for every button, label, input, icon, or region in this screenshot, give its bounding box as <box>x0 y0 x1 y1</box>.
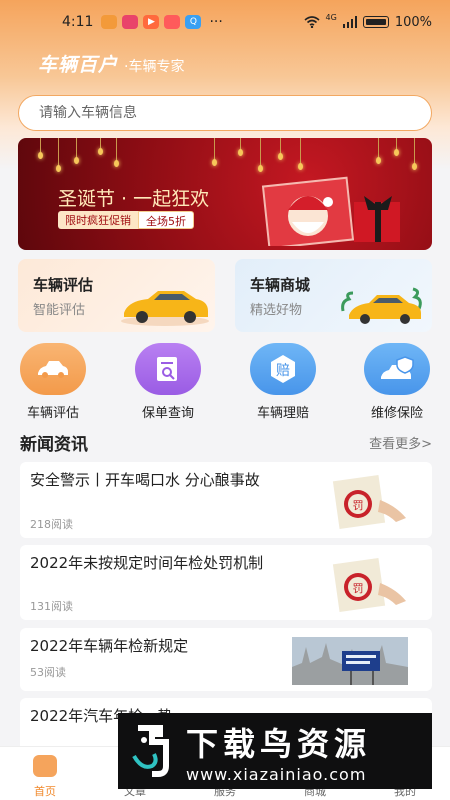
car-mall-illustration <box>341 287 422 324</box>
brand-logo: 车辆百户 <box>38 54 119 76</box>
svg-text:罚: 罚 <box>353 582 364 595</box>
news-item-title: 2022年未按规定时间年检处罚机制 <box>30 554 264 572</box>
brand-slogan: ·车辆专家 <box>124 59 185 75</box>
traffic-fine-image: 罚 <box>310 472 418 530</box>
santa-gift-illustration <box>261 176 400 246</box>
news-more-link[interactable]: 查看更多> <box>369 433 432 452</box>
battery-level: 100% <box>394 14 432 30</box>
document-search-icon <box>135 343 201 395</box>
svg-text:罚: 罚 <box>353 499 364 512</box>
news-section-title: 新闻资讯 <box>20 435 88 455</box>
status-bar: 4:11 ▶ Q ··· 4G 100% <box>0 0 450 44</box>
tab-label: 首页 <box>34 785 56 798</box>
watermark-overlay: 下载鸟资源 www.xiazainiao.com <box>118 713 432 789</box>
watermark-text: 下载鸟资源 <box>186 724 372 763</box>
news-item-title: 2022年车辆年检新规定 <box>30 637 189 655</box>
watermark-url: www.xiazainiao.com <box>186 764 367 784</box>
news-item-title: 安全警示丨开车喝口水 分心酿事故 <box>30 471 260 489</box>
app-notification-icon <box>122 15 139 29</box>
tab-home[interactable]: 首页 <box>0 747 90 800</box>
traffic-fine-image: 罚 <box>310 555 418 613</box>
notification-icons: ▶ Q <box>101 15 202 29</box>
promo-banner[interactable]: 圣诞节 · 一起狂欢 限时疯狂促销 全场5折 <box>18 138 432 250</box>
svg-text:赔: 赔 <box>276 363 290 379</box>
news-header: 新闻资讯 查看更多> <box>20 430 432 455</box>
news-item-reads: 218阅读 <box>30 518 73 531</box>
quick-link-policy-query[interactable]: 保单查询 <box>123 343 213 421</box>
quick-link-vehicle-evaluation[interactable]: 车辆评估 <box>8 343 98 421</box>
banner-tag-promo: 限时疯狂促销 <box>58 211 138 229</box>
car-icon <box>20 343 86 395</box>
card-title: 车辆商城 <box>250 276 311 294</box>
card-vehicle-evaluation[interactable]: 车辆评估 智能评估 <box>18 259 215 332</box>
quick-link-label: 车辆理赔 <box>256 406 309 421</box>
yellow-car-icon <box>121 291 209 326</box>
wifi-icon <box>304 16 320 28</box>
news-item-reads: 53阅读 <box>30 666 66 679</box>
search-input[interactable] <box>39 105 431 121</box>
feature-cards: 车辆评估 智能评估 车辆商城 精选好物 <box>18 259 432 332</box>
car-shield-icon <box>364 343 430 395</box>
quick-links: 车辆评估 保单查询 赔 车辆理赔 维修保险 <box>0 343 450 423</box>
app-notification-icon <box>101 15 118 29</box>
banner-tag-discount: 全场5折 <box>138 211 194 229</box>
news-item[interactable]: 2022年未按规定时间年检处罚机制 131阅读 罚 <box>20 545 432 620</box>
card-subtitle: 智能评估 <box>33 303 86 318</box>
card-vehicle-mall[interactable]: 车辆商城 精选好物 <box>235 259 432 332</box>
home-icon <box>33 755 57 777</box>
quick-link-label: 维修保险 <box>370 406 423 421</box>
brand-header: 车辆百户 ·车辆专家 <box>38 50 184 77</box>
news-item-reads: 131阅读 <box>30 600 73 613</box>
network-type: 4G <box>325 12 337 22</box>
quick-link-vehicle-claim[interactable]: 赔 车辆理赔 <box>238 343 328 421</box>
card-title: 车辆评估 <box>33 276 94 294</box>
bird-logo-icon <box>132 725 169 777</box>
quick-link-label: 车辆评估 <box>26 406 79 421</box>
search-app-icon: Q <box>185 15 202 29</box>
banner-tags: 限时疯狂促销 全场5折 <box>58 211 194 229</box>
signal-icon <box>342 16 357 28</box>
claim-badge-icon: 赔 <box>250 343 316 395</box>
banner-title: 圣诞节 · 一起狂欢 <box>58 188 210 210</box>
news-item[interactable]: 2022年车辆年检新规定 53阅读 <box>20 628 432 691</box>
search-bar[interactable] <box>18 95 432 131</box>
news-item[interactable]: 安全警示丨开车喝口水 分心酿事故 218阅读 罚 <box>20 462 432 538</box>
card-subtitle: 精选好物 <box>250 303 303 318</box>
quick-link-repair-insurance[interactable]: 维修保险 <box>352 343 442 421</box>
inspection-sign-image <box>292 637 408 685</box>
quick-link-label: 保单查询 <box>141 406 194 421</box>
app-notification-icon <box>164 15 181 29</box>
app-notification-icon: ▶ <box>143 15 160 29</box>
battery-icon <box>362 16 389 28</box>
more-notifications-icon: ··· <box>209 14 223 30</box>
status-time: 4:11 <box>62 14 94 30</box>
